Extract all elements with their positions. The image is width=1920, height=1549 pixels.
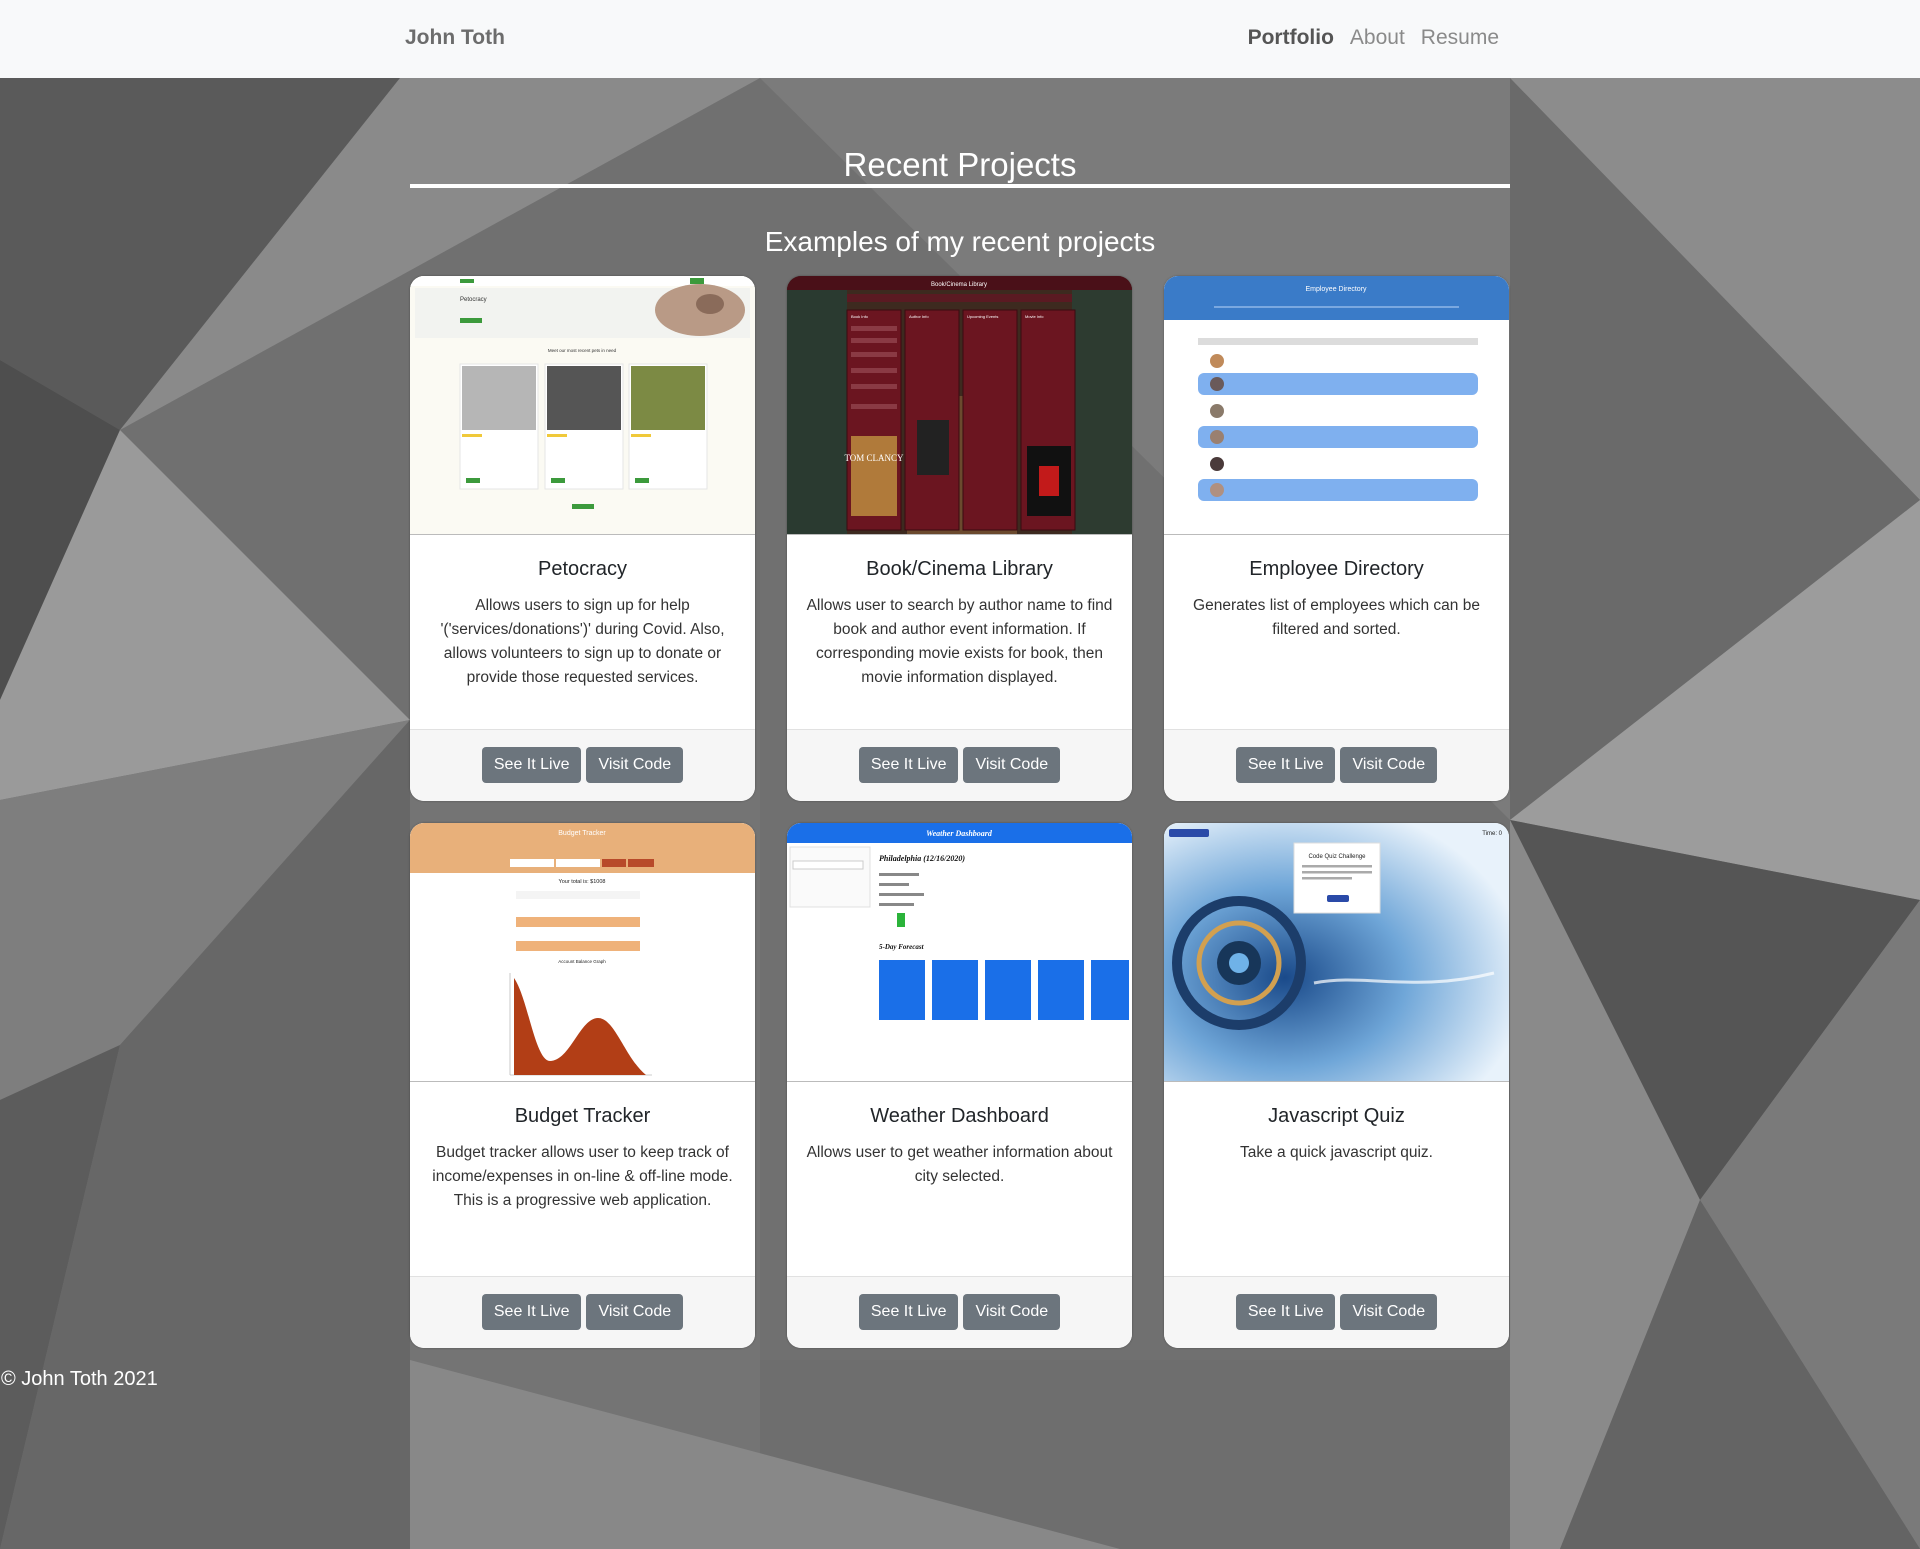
svg-text:Philadelphia (12/16/2020): Philadelphia (12/16/2020) (879, 854, 965, 863)
project-card-weather-dashboard: Weather Dashboard Philadelphia (12/16/20… (787, 823, 1132, 1348)
card-footer: See It Live Visit Code (410, 1276, 755, 1348)
visit-code-button[interactable]: Visit Code (963, 747, 1061, 783)
svg-text:Time: 0: Time: 0 (1482, 831, 1502, 837)
petocracy-screenshot: Petocracy Meet our most recent pets in n… (410, 276, 755, 534)
svg-text:Employee Directory: Employee Directory (1305, 286, 1367, 293)
nav-resume-link[interactable]: Resume (1421, 26, 1499, 50)
visit-code-button[interactable]: Visit Code (1340, 747, 1438, 783)
svg-text:Upcoming Events: Upcoming Events (967, 314, 998, 319)
visit-code-button[interactable]: Visit Code (963, 1294, 1061, 1330)
project-card-petocracy: Petocracy Meet our most recent pets in n… (410, 276, 755, 801)
svg-text:Code Quiz Challenge: Code Quiz Challenge (1308, 854, 1366, 860)
card-footer: See It Live Visit Code (787, 729, 1132, 801)
svg-text:Weather Dashboard: Weather Dashboard (926, 829, 993, 838)
project-thumbnail[interactable]: Book/Cinema Library Book Info Author Inf… (787, 276, 1132, 535)
project-thumbnail[interactable]: Employee Directory (1164, 276, 1509, 535)
see-it-live-button[interactable]: See It Live (481, 1294, 582, 1330)
project-description: Generates list of employees which can be… (1193, 597, 1480, 638)
book-cinema-screenshot: Book/Cinema Library Book Info Author Inf… (787, 276, 1132, 534)
svg-text:TOM CLANCY: TOM CLANCY (844, 453, 904, 463)
brand-link[interactable]: John Toth (405, 26, 505, 50)
visit-code-button[interactable]: Visit Code (586, 747, 684, 783)
project-title: Javascript Quiz (1268, 1105, 1405, 1127)
nav-portfolio-link[interactable]: Portfolio (1248, 26, 1334, 50)
employee-directory-screenshot: Employee Directory (1164, 276, 1509, 534)
svg-text:Meet our most recent pets in n: Meet our most recent pets in need (548, 348, 617, 353)
svg-text:Your total is: $1008: Your total is: $1008 (559, 879, 606, 885)
project-description: Allows users to sign up for help '('serv… (440, 597, 725, 686)
project-card-budget-tracker: Budget Tracker Your total is: $1008 Acco… (410, 823, 755, 1348)
svg-text:Author Info: Author Info (909, 314, 929, 319)
card-footer: See It Live Visit Code (1164, 1276, 1509, 1348)
project-title: Employee Directory (1249, 558, 1424, 580)
see-it-live-button[interactable]: See It Live (858, 747, 959, 783)
navbar: John Toth Portfolio About Resume (0, 0, 1920, 78)
visit-code-button[interactable]: Visit Code (586, 1294, 684, 1330)
project-thumbnail[interactable]: Weather Dashboard Philadelphia (12/16/20… (787, 823, 1132, 1082)
project-description: Take a quick javascript quiz. (1240, 1144, 1433, 1161)
svg-text:Book/Cinema Library: Book/Cinema Library (931, 282, 987, 288)
section-subtitle: Examples of my recent projects (764, 226, 1156, 257)
project-card-employee-directory: Employee Directory Employee Directory Ge… (1164, 276, 1509, 801)
see-it-live-button[interactable]: See It Live (1235, 747, 1336, 783)
nav-links: Portfolio About Resume (1248, 26, 1499, 50)
javascript-quiz-screenshot: Code Quiz Challenge Time: 0 (1164, 823, 1509, 1081)
svg-text:Budget Tracker: Budget Tracker (558, 830, 606, 837)
svg-text:5-Day Forecast: 5-Day Forecast (879, 943, 925, 951)
project-title: Weather Dashboard (870, 1105, 1049, 1127)
card-footer: See It Live Visit Code (787, 1276, 1132, 1348)
project-card-book-cinema-library: Book/Cinema Library Book Info Author Inf… (787, 276, 1132, 801)
project-description: Budget tracker allows user to keep track… (432, 1144, 733, 1209)
svg-text:Account Balance Graph: Account Balance Graph (558, 959, 606, 964)
budget-tracker-screenshot: Budget Tracker Your total is: $1008 Acco… (410, 823, 755, 1081)
svg-text:Movie Info: Movie Info (1025, 314, 1044, 319)
project-title: Petocracy (538, 558, 627, 580)
card-footer: See It Live Visit Code (1164, 729, 1509, 801)
project-description: Allows user to search by author name to … (806, 597, 1113, 686)
nav-about-link[interactable]: About (1350, 26, 1405, 50)
project-thumbnail[interactable]: Code Quiz Challenge Time: 0 (1164, 823, 1509, 1082)
project-title: Budget Tracker (514, 1105, 651, 1127)
card-footer: See It Live Visit Code (410, 729, 755, 801)
see-it-live-button[interactable]: See It Live (858, 1294, 959, 1330)
section-title: Recent Projects (843, 146, 1077, 183)
svg-text:Book Info: Book Info (851, 314, 869, 319)
project-card-javascript-quiz: Code Quiz Challenge Time: 0 Javascript Q… (1164, 823, 1509, 1348)
project-description: Allows user to get weather information a… (806, 1144, 1113, 1185)
see-it-live-button[interactable]: See It Live (1235, 1294, 1336, 1330)
svg-text:Petocracy: Petocracy (460, 297, 487, 303)
project-thumbnail[interactable]: Petocracy Meet our most recent pets in n… (410, 276, 755, 535)
project-thumbnail[interactable]: Budget Tracker Your total is: $1008 Acco… (410, 823, 755, 1082)
title-underline (410, 184, 1510, 188)
see-it-live-button[interactable]: See It Live (481, 747, 582, 783)
visit-code-button[interactable]: Visit Code (1340, 1294, 1438, 1330)
project-title: Book/Cinema Library (866, 558, 1053, 580)
copyright-footer: © John Toth 2021 (1, 1368, 158, 1390)
weather-dashboard-screenshot: Weather Dashboard Philadelphia (12/16/20… (787, 823, 1132, 1081)
